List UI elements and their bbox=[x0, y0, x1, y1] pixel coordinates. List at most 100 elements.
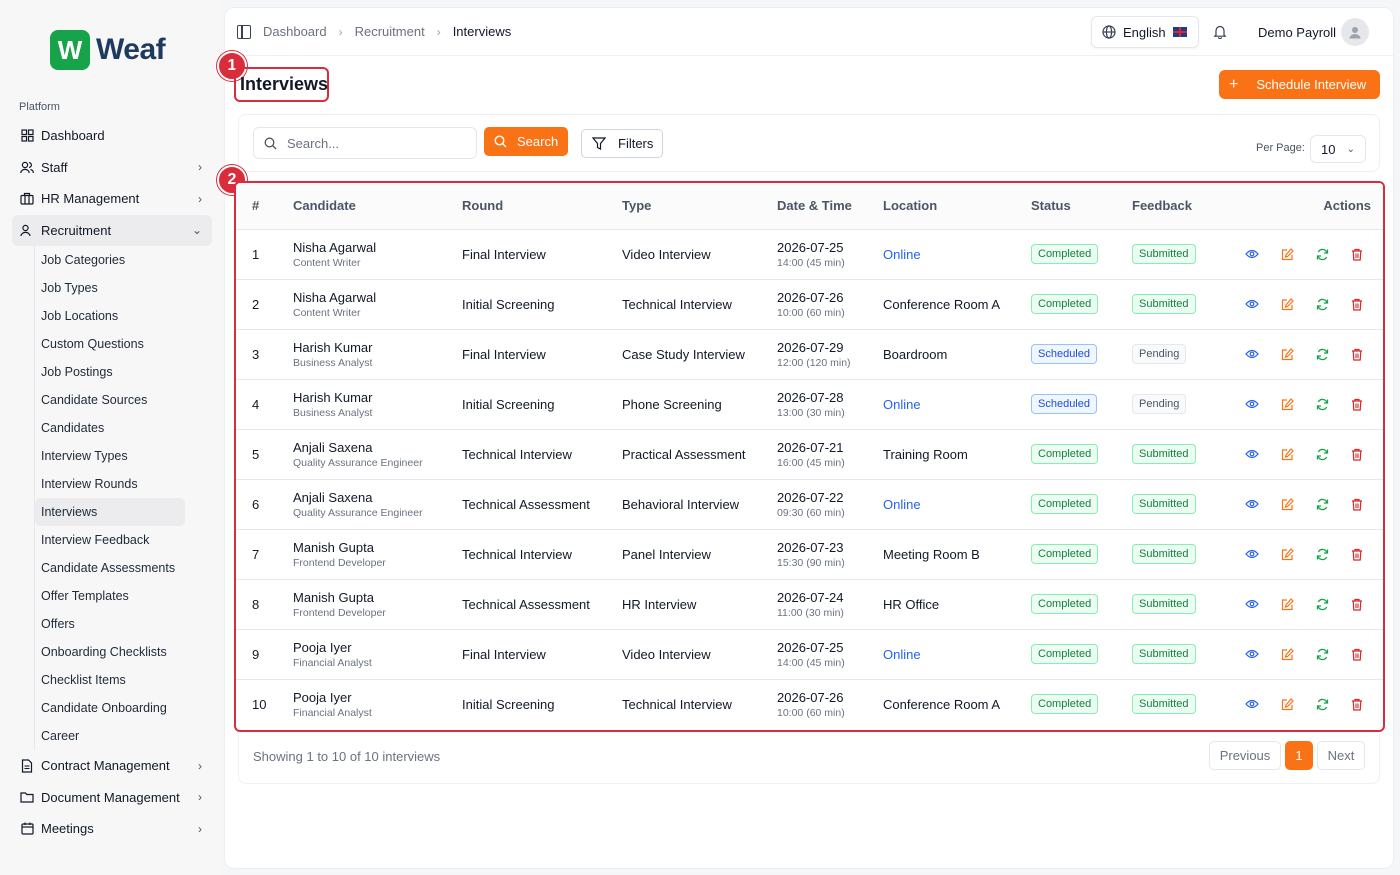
sidebar-item-hr-management[interactable]: HR Management › bbox=[12, 183, 212, 215]
candidate-name[interactable]: Anjali Saxena bbox=[293, 440, 462, 455]
sidebar-item-staff[interactable]: Staff › bbox=[12, 152, 212, 184]
edit-icon[interactable] bbox=[1279, 346, 1295, 362]
refresh-icon[interactable] bbox=[1314, 496, 1330, 512]
next-page-button[interactable]: Next bbox=[1317, 741, 1365, 770]
view-icon[interactable] bbox=[1244, 596, 1260, 612]
brand-logo[interactable]: W Weaf bbox=[50, 30, 166, 70]
edit-icon[interactable] bbox=[1279, 396, 1295, 412]
candidate-name[interactable]: Harish Kumar bbox=[293, 340, 462, 355]
edit-icon[interactable] bbox=[1279, 546, 1295, 562]
candidate-name[interactable]: Anjali Saxena bbox=[293, 490, 462, 505]
refresh-icon[interactable] bbox=[1314, 246, 1330, 262]
refresh-icon[interactable] bbox=[1314, 646, 1330, 662]
sidebar-subitem-candidate-onboarding[interactable]: Candidate Onboarding bbox=[35, 694, 185, 722]
trash-icon[interactable] bbox=[1349, 396, 1365, 412]
sidebar-subitem-interview-types[interactable]: Interview Types bbox=[35, 442, 185, 470]
sidebar-subitem-candidate-assessments[interactable]: Candidate Assessments bbox=[35, 554, 185, 582]
user-name[interactable]: Demo Payroll bbox=[1258, 25, 1336, 40]
candidate-name[interactable]: Manish Gupta bbox=[293, 540, 462, 555]
edit-icon[interactable] bbox=[1279, 596, 1295, 612]
candidate-name[interactable]: Nisha Agarwal bbox=[293, 290, 462, 305]
per-page-select[interactable]: 10 ⌄ bbox=[1310, 135, 1366, 163]
sidebar-subitem-onboarding-checklists[interactable]: Onboarding Checklists bbox=[35, 638, 185, 666]
edit-icon[interactable] bbox=[1279, 296, 1295, 312]
view-icon[interactable] bbox=[1244, 346, 1260, 362]
col-header-location[interactable]: Location bbox=[883, 183, 1031, 230]
trash-icon[interactable] bbox=[1349, 496, 1365, 512]
sidebar-subitem-candidate-sources[interactable]: Candidate Sources bbox=[35, 386, 185, 414]
search-button[interactable]: Search bbox=[484, 127, 568, 156]
candidate-name[interactable]: Pooja Iyer bbox=[293, 690, 462, 705]
edit-icon[interactable] bbox=[1279, 496, 1295, 512]
candidate-name[interactable]: Harish Kumar bbox=[293, 390, 462, 405]
candidate-name[interactable]: Manish Gupta bbox=[293, 590, 462, 605]
view-icon[interactable] bbox=[1244, 546, 1260, 562]
refresh-icon[interactable] bbox=[1314, 446, 1330, 462]
edit-icon[interactable] bbox=[1279, 446, 1295, 462]
sidebar-subitem-job-categories[interactable]: Job Categories bbox=[35, 246, 185, 274]
sidebar-subitem-interview-feedback[interactable]: Interview Feedback bbox=[35, 526, 185, 554]
sidebar-subitem-job-postings[interactable]: Job Postings bbox=[35, 358, 185, 386]
trash-icon[interactable] bbox=[1349, 246, 1365, 262]
location-text[interactable]: Online bbox=[883, 497, 921, 512]
sidebar-subitem-job-types[interactable]: Job Types bbox=[35, 274, 185, 302]
refresh-icon[interactable] bbox=[1314, 346, 1330, 362]
col-header-feedback[interactable]: Feedback bbox=[1132, 183, 1232, 230]
col-header-round[interactable]: Round bbox=[462, 183, 622, 230]
sidebar-subitem-checklist-items[interactable]: Checklist Items bbox=[35, 666, 185, 694]
refresh-icon[interactable] bbox=[1314, 296, 1330, 312]
sidebar-item-dashboard[interactable]: Dashboard bbox=[12, 120, 212, 152]
sidebar-subitem-offer-templates[interactable]: Offer Templates bbox=[35, 582, 185, 610]
trash-icon[interactable] bbox=[1349, 446, 1365, 462]
schedule-interview-button[interactable]: + Schedule Interview bbox=[1219, 70, 1380, 99]
view-icon[interactable] bbox=[1244, 496, 1260, 512]
col-header-candidate[interactable]: Candidate bbox=[293, 183, 462, 230]
trash-icon[interactable] bbox=[1349, 546, 1365, 562]
candidate-name[interactable]: Nisha Agarwal bbox=[293, 240, 462, 255]
sidebar-subitem-offers[interactable]: Offers bbox=[35, 610, 185, 638]
edit-icon[interactable] bbox=[1279, 646, 1295, 662]
language-selector[interactable]: English bbox=[1091, 16, 1199, 48]
sidebar-subitem-job-locations[interactable]: Job Locations bbox=[35, 302, 185, 330]
trash-icon[interactable] bbox=[1349, 296, 1365, 312]
search-input[interactable]: Search... bbox=[253, 127, 477, 159]
page-1-button[interactable]: 1 bbox=[1285, 741, 1313, 770]
sidebar-subitem-interview-rounds[interactable]: Interview Rounds bbox=[35, 470, 185, 498]
location-text[interactable]: Online bbox=[883, 647, 921, 662]
previous-page-button[interactable]: Previous bbox=[1209, 741, 1281, 770]
sidebar-item-meetings[interactable]: Meetings › bbox=[12, 813, 212, 845]
candidate-name[interactable]: Pooja Iyer bbox=[293, 640, 462, 655]
edit-icon[interactable] bbox=[1279, 696, 1295, 712]
refresh-icon[interactable] bbox=[1314, 546, 1330, 562]
breadcrumb-dashboard[interactable]: Dashboard bbox=[263, 24, 327, 39]
sidebar-subitem-career[interactable]: Career bbox=[35, 722, 185, 750]
sidebar-subitem-candidates[interactable]: Candidates bbox=[35, 414, 185, 442]
filters-button[interactable]: Filters bbox=[581, 129, 663, 158]
sidebar-item-recruitment[interactable]: Recruitment ⌄ bbox=[12, 214, 212, 246]
view-icon[interactable] bbox=[1244, 446, 1260, 462]
sidebar-toggle-icon[interactable] bbox=[237, 24, 251, 39]
breadcrumb-recruitment[interactable]: Recruitment bbox=[355, 24, 425, 39]
sidebar-item-contract-management[interactable]: Contract Management › bbox=[12, 750, 212, 782]
sidebar-item-document-management[interactable]: Document Management › bbox=[12, 782, 212, 814]
sidebar-subitem-custom-questions[interactable]: Custom Questions bbox=[35, 330, 185, 358]
col-header-datetime[interactable]: Date & Time bbox=[777, 183, 883, 230]
bell-icon[interactable] bbox=[1213, 24, 1227, 39]
view-icon[interactable] bbox=[1244, 396, 1260, 412]
view-icon[interactable] bbox=[1244, 246, 1260, 262]
trash-icon[interactable] bbox=[1349, 696, 1365, 712]
trash-icon[interactable] bbox=[1349, 646, 1365, 662]
view-icon[interactable] bbox=[1244, 646, 1260, 662]
refresh-icon[interactable] bbox=[1314, 596, 1330, 612]
view-icon[interactable] bbox=[1244, 696, 1260, 712]
edit-icon[interactable] bbox=[1279, 246, 1295, 262]
location-text[interactable]: Online bbox=[883, 247, 921, 262]
avatar[interactable] bbox=[1341, 18, 1369, 46]
col-header-type[interactable]: Type bbox=[622, 183, 777, 230]
trash-icon[interactable] bbox=[1349, 346, 1365, 362]
trash-icon[interactable] bbox=[1349, 596, 1365, 612]
sidebar-subitem-interviews[interactable]: Interviews bbox=[35, 498, 185, 526]
refresh-icon[interactable] bbox=[1314, 396, 1330, 412]
location-text[interactable]: Online bbox=[883, 397, 921, 412]
view-icon[interactable] bbox=[1244, 296, 1260, 312]
